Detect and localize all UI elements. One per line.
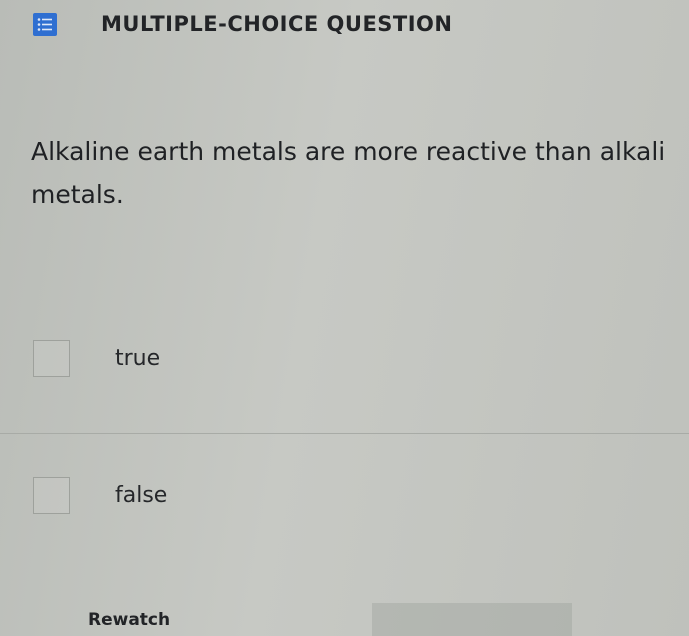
question-header: MULTIPLE-CHOICE QUESTION xyxy=(33,12,453,36)
checkbox-true[interactable] xyxy=(33,340,70,377)
option-divider xyxy=(0,433,689,434)
answer-option-true[interactable]: true xyxy=(33,340,160,377)
question-type-title: MULTIPLE-CHOICE QUESTION xyxy=(101,12,453,36)
option-label-true: true xyxy=(115,346,161,371)
list-icon xyxy=(33,12,57,36)
rewatch-button[interactable]: Rewatch xyxy=(88,610,170,630)
option-label-false: false xyxy=(115,483,168,508)
rewatch-bar xyxy=(372,603,572,636)
question-text: Alkaline earth metals are more reactive … xyxy=(31,137,666,209)
checkbox-false[interactable] xyxy=(33,477,70,514)
answer-option-false[interactable]: false xyxy=(33,477,167,514)
